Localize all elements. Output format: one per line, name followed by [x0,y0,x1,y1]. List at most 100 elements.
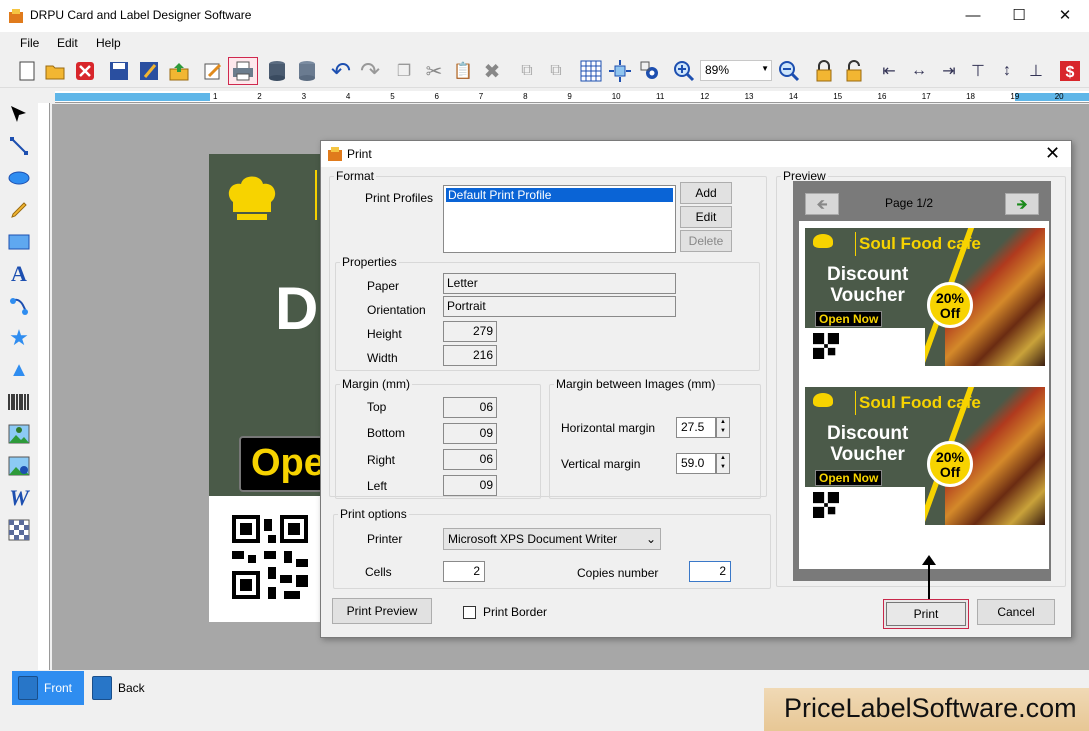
undo-icon[interactable]: ↶ [328,57,354,85]
maximize-button[interactable]: ☐ [996,0,1042,32]
vertical-margin-input[interactable]: 59.0 [676,453,716,474]
add-button[interactable]: Add [680,182,732,204]
paper-field: Letter [443,273,676,294]
center-icon[interactable] [607,57,633,85]
print-profiles-list[interactable]: Default Print Profile [443,185,676,253]
open-icon[interactable] [42,57,68,85]
margin-group: Margin (mm) [335,377,541,499]
purchase-icon[interactable]: $ [1057,57,1083,85]
cancel-button[interactable]: Cancel [977,599,1055,625]
delete-button[interactable]: Delete [680,230,732,252]
rectangle-tool-icon[interactable] [6,228,32,256]
zoom-in-icon[interactable] [671,57,697,85]
preview-page: Soul Food cafe Discount Voucher Open Now … [799,221,1049,569]
top-margin-field[interactable]: 06 [443,397,497,418]
group-icon[interactable]: ⧉ [514,57,540,85]
width-label: Width [367,351,398,365]
cells-label: Cells [365,565,392,579]
printer-select[interactable]: Microsoft XPS Document Writer ⌄ [443,528,661,550]
select-tool-icon[interactable] [6,100,32,128]
ruler-margin-right [1015,93,1089,101]
menu-help[interactable]: Help [96,36,121,50]
edit-button[interactable]: Edit [680,206,732,228]
chef-hat-logo-icon [228,176,276,220]
right-margin-field[interactable]: 06 [443,449,497,470]
align-top-icon[interactable]: ⊤ [965,57,991,85]
copy-icon[interactable]: ❐ [391,57,417,85]
vertical-margin-spinner[interactable]: ▲ ▼ [716,453,730,474]
dialog-title-bar: Print ✕ [321,141,1071,167]
align-left-icon[interactable]: ⇤ [876,57,902,85]
delete-icon[interactable]: ✖ [479,57,505,85]
star-tool-icon[interactable]: ★ [6,324,32,352]
left-margin-field[interactable]: 09 [443,475,497,496]
zoom-select[interactable]: 89% ▼ [700,60,772,81]
close-doc-icon[interactable] [72,57,98,85]
page-indicator: Page 1/2 [885,196,934,210]
profile-item[interactable]: Default Print Profile [445,187,674,203]
align-right-icon[interactable]: ⇥ [936,57,962,85]
save-as-icon[interactable] [136,57,162,85]
print-icon[interactable] [228,57,258,85]
print-button[interactable]: Print [883,599,969,629]
image-tool-icon[interactable] [6,420,32,448]
dialog-title: Print [347,147,372,161]
front-tab[interactable]: Front [12,671,84,705]
ungroup-icon[interactable]: ⧉ [543,57,569,85]
minimize-button[interactable]: — [950,0,996,32]
next-page-icon[interactable]: 🡺 [1005,193,1039,215]
text-tool-icon[interactable]: A [6,260,32,288]
cells-input[interactable]: 2 [443,561,485,582]
menu-file[interactable]: File [20,36,39,50]
lock-icon[interactable] [811,57,837,85]
dialog-close-icon[interactable]: ✕ [1045,143,1060,164]
back-tab[interactable]: Back [86,671,156,705]
cut-icon[interactable]: ✂ [421,57,447,85]
image-library-icon[interactable] [6,452,32,480]
arrow-head [922,555,936,565]
bottom-margin-field[interactable]: 09 [443,423,497,444]
paste-icon[interactable]: 📋 [450,57,476,85]
preview-voucher-2: Soul Food cafe Discount Voucher Open Now … [805,387,1045,525]
ruler-number: 14 [788,92,798,101]
print-preview-button[interactable]: Print Preview [332,598,432,624]
orientation-field: Portrait [443,296,676,317]
orientation-label: Orientation [367,303,426,317]
new-icon[interactable] [14,57,40,85]
previous-page-icon[interactable]: 🡸 [805,193,839,215]
align-center-icon[interactable]: ↔ [906,57,932,85]
word-art-icon[interactable]: W [6,484,32,512]
ruler-number: 17 [921,92,931,101]
align-bottom-icon[interactable]: ⊥ [1023,57,1049,85]
horizontal-margin-spinner[interactable]: ▲ ▼ [716,417,730,438]
close-button[interactable]: ✕ [1042,0,1088,32]
brand-banner: PriceLabelSoftware.com [764,688,1089,731]
barcode-tool-icon[interactable] [6,388,32,416]
watermark-tool-icon[interactable] [6,516,32,544]
edit-icon[interactable] [200,57,226,85]
line-tool-icon[interactable] [6,132,32,160]
voucher-title: Soul Food cafe [859,234,981,253]
curve-tool-icon[interactable] [6,292,32,320]
format-legend: Format [336,169,375,183]
save-icon[interactable] [106,57,132,85]
unlock-icon[interactable] [841,57,867,85]
zoom-out-icon[interactable] [776,57,802,85]
pencil-tool-icon[interactable] [6,196,32,224]
align-middle-icon[interactable]: ↕ [994,57,1020,85]
menu-edit[interactable]: Edit [57,36,78,50]
redo-icon[interactable]: ↷ [357,57,383,85]
horizontal-margin-input[interactable]: 27.5 [676,417,716,438]
database-icon[interactable] [264,57,290,85]
app-icon [9,9,23,23]
print-border-label: Print Border [483,605,548,619]
copies-input[interactable]: 2 [689,561,731,582]
export-icon[interactable] [166,57,192,85]
ruler-number: 2 [257,92,262,101]
settings-icon[interactable] [637,57,663,85]
ellipse-tool-icon[interactable] [6,164,32,192]
triangle-tool-icon[interactable]: ▲ [6,356,32,384]
print-border-checkbox[interactable] [463,606,476,619]
database-settings-icon[interactable] [294,57,320,85]
grid-icon[interactable] [578,57,604,85]
